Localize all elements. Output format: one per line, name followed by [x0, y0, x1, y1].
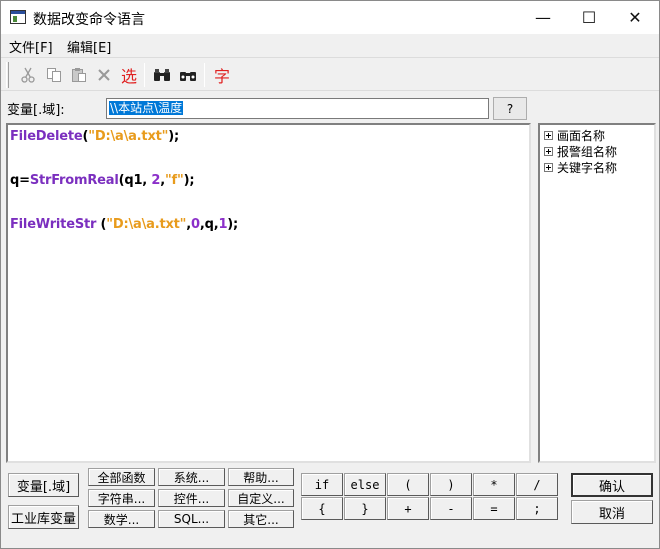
op-divide-button[interactable]: / — [516, 473, 558, 496]
op-close-paren-button[interactable]: ) — [430, 473, 472, 496]
code-token: FileDelete — [10, 129, 83, 144]
op-if-button[interactable]: if — [301, 473, 343, 496]
confirm-button[interactable]: 确认 — [571, 473, 653, 497]
minimize-button[interactable]: — — [520, 1, 566, 34]
help-button[interactable]: 帮助... — [228, 468, 294, 486]
code-token: ); — [227, 217, 239, 232]
code-line: q=StrFromReal(q1, 2,"f"); — [10, 173, 527, 195]
toolbar-separator — [204, 63, 205, 87]
code-token: (q1, — [118, 173, 152, 188]
font-icon[interactable]: 字 — [211, 64, 233, 86]
code-line: FileWriteStr ("D:\a\a.txt",0,q,1); — [10, 217, 527, 239]
expand-icon[interactable] — [544, 162, 553, 172]
variable-label: 变量[.域]: — [7, 103, 65, 118]
code-token: 1 — [218, 217, 228, 232]
sql-functions-button[interactable]: SQL... — [158, 510, 225, 528]
app-window: 数据改变命令语言 — ☐ ✕ 文件[F] 编辑[E] 选 字 变量[.域]: \… — [0, 0, 660, 549]
system-functions-button[interactable]: 系统... — [158, 468, 225, 486]
op-plus-button[interactable]: + — [387, 497, 429, 520]
variable-help-button[interactable]: ? — [493, 97, 527, 120]
window-title: 数据改变命令语言 — [33, 12, 145, 28]
select-icon[interactable]: 选 — [118, 64, 140, 86]
op-semicolon-button[interactable]: ; — [516, 497, 558, 520]
menu-file[interactable]: 文件[F] — [9, 37, 53, 56]
op-close-brace-button[interactable]: } — [344, 497, 386, 520]
variable-value: \\本站点\温度 — [109, 101, 184, 115]
op-minus-button[interactable]: - — [430, 497, 472, 520]
code-token: ( — [96, 217, 107, 232]
code-token: 2 — [151, 173, 161, 188]
menu-bar: 文件[F] 编辑[E] — [1, 34, 659, 56]
delete-icon[interactable] — [93, 64, 115, 86]
tree-item-label: 画面名称 — [557, 128, 606, 143]
toolbar: 选 字 — [1, 57, 659, 91]
code-token: ); — [183, 173, 195, 188]
control-functions-button[interactable]: 控件... — [158, 489, 225, 507]
app-icon — [10, 10, 26, 24]
code-token: "D:\a\a.txt" — [88, 129, 169, 144]
cancel-button[interactable]: 取消 — [571, 500, 653, 524]
expand-icon[interactable] — [544, 146, 553, 156]
tree-item[interactable]: 关键字名称 — [544, 159, 650, 175]
tree-item[interactable]: 画面名称 — [544, 127, 650, 143]
code-token: "f" — [164, 173, 184, 188]
code-token: q= — [10, 173, 30, 188]
industrial-db-variable-button[interactable]: 工业库变量 — [8, 505, 79, 529]
code-line: FileDelete("D:\a\a.txt"); — [10, 129, 527, 151]
cut-icon[interactable] — [17, 64, 39, 86]
code-token: 0 — [190, 217, 200, 232]
toolbar-grip[interactable] — [6, 62, 9, 88]
copy-icon[interactable] — [43, 64, 65, 86]
code-token: ); — [168, 129, 179, 144]
name-tree: 画面名称 报警组名称 关键字名称 — [538, 123, 656, 463]
replace-icon[interactable] — [177, 64, 199, 86]
op-equals-button[interactable]: = — [473, 497, 515, 520]
all-functions-button[interactable]: 全部函数 — [88, 468, 155, 486]
custom-functions-button[interactable]: 自定义... — [228, 489, 294, 507]
string-functions-button[interactable]: 字符串... — [88, 489, 155, 507]
code-token: FileWriteStr — [10, 217, 97, 232]
code-token: "D:\a\a.txt" — [106, 217, 187, 232]
tree-item-label: 关键字名称 — [557, 160, 618, 175]
op-else-button[interactable]: else — [344, 473, 386, 496]
other-functions-button[interactable]: 其它... — [228, 510, 294, 528]
title-bar: 数据改变命令语言 — ☐ ✕ — [1, 1, 659, 34]
op-multiply-button[interactable]: * — [473, 473, 515, 496]
tree-item-label: 报警组名称 — [557, 144, 618, 159]
code-token: StrFromReal — [29, 173, 119, 188]
op-open-brace-button[interactable]: { — [301, 497, 343, 520]
find-icon[interactable] — [151, 64, 173, 86]
code-token: ,q, — [199, 217, 219, 232]
tree-item[interactable]: 报警组名称 — [544, 143, 650, 159]
menu-edit[interactable]: 编辑[E] — [67, 37, 111, 56]
maximize-button[interactable]: ☐ — [566, 1, 612, 34]
toolbar-separator — [144, 63, 145, 87]
variable-field-button[interactable]: 变量[.域] — [8, 473, 79, 497]
code-editor[interactable]: FileDelete("D:\a\a.txt"); q=StrFromReal(q… — [6, 123, 531, 463]
expand-icon[interactable] — [544, 130, 553, 140]
close-button[interactable]: ✕ — [612, 1, 658, 34]
paste-icon[interactable] — [68, 64, 90, 86]
op-open-paren-button[interactable]: ( — [387, 473, 429, 496]
variable-input[interactable]: \\本站点\温度 — [106, 98, 489, 119]
math-functions-button[interactable]: 数学... — [88, 510, 155, 528]
